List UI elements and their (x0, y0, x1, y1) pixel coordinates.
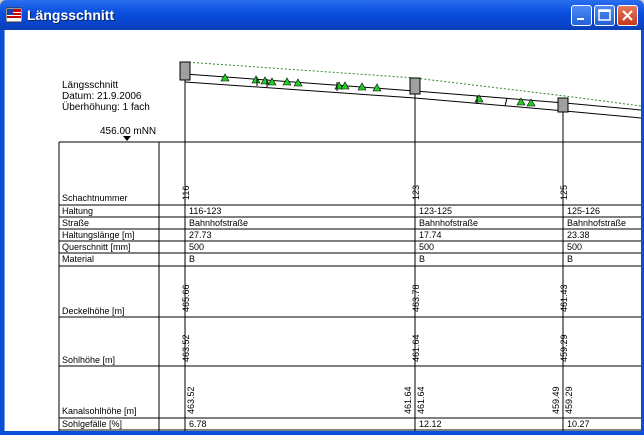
querschnitt-1: 500 (189, 242, 205, 252)
strasse-1: Bahnhofstraße (189, 218, 249, 228)
deckel-123: 463.78 (411, 284, 421, 312)
manhole-116 (179, 61, 191, 81)
maximize-button[interactable] (594, 5, 615, 26)
row-label-haltung: Haltung (62, 206, 94, 216)
close-icon (622, 10, 633, 21)
deckel-125: 461.43 (559, 284, 569, 312)
gefaelle-2: 12.12 (419, 419, 442, 429)
connection-ticks (256, 77, 508, 107)
strasse-3: Bahnhofstraße (567, 218, 627, 228)
row-label-strasse: Straße (62, 218, 90, 228)
row-label-sohlhoehe: Sohlhöhe [m] (62, 355, 116, 365)
maximize-icon (598, 9, 611, 21)
gefaelle-1: 6.78 (189, 419, 207, 429)
window-frame-bottom (0, 431, 644, 435)
gefaelle-3: 10.27 (567, 419, 590, 429)
kanalsohle-123-out: 461.64 (416, 386, 426, 414)
sohle-116: 463.52 (181, 334, 191, 362)
kanalsohle-116: 463.52 (186, 386, 196, 414)
strasse-2: Bahnhofstraße (419, 218, 479, 228)
sohle-125: 459.29 (559, 334, 569, 362)
row-label-querschnitt: Querschnitt [mm] (62, 242, 131, 252)
material-3: B (567, 254, 574, 264)
haltung-1: 116-123 (189, 206, 222, 216)
minimize-button[interactable] (571, 5, 592, 26)
schacht-116: 116 (181, 185, 191, 200)
querschnitt-2: 500 (419, 242, 435, 252)
laenge-1: 27.73 (189, 230, 212, 240)
row-label-haltungslaenge: Haltungslänge [m] (62, 230, 135, 240)
haltung-2: 123-125 (419, 206, 453, 216)
longitudinal-section-canvas: Längsschnitt Datum: 21.9.2006 Überhöhung… (4, 30, 641, 431)
schacht-123: 123 (411, 184, 421, 200)
minimize-icon (577, 18, 584, 20)
kanalsohle-123-in: 461.64 (403, 386, 413, 414)
material-1: B (189, 254, 196, 264)
row-label-kanalsohlhoehe: Kanalsohlhöhe [m] (62, 406, 137, 416)
row-label-schachtnummer: Schachtnummer (62, 193, 128, 203)
deckel-116: 465.66 (181, 284, 191, 312)
row-label-material: Material (62, 254, 95, 264)
haltung-3: 125-126 (567, 206, 601, 216)
kanalsohle-125-out: 459.29 (564, 386, 574, 414)
material-2: B (419, 254, 426, 264)
laenge-3: 23.38 (567, 230, 590, 240)
kanalsohle-125-in: 459.49 (551, 386, 561, 414)
damage-markers (220, 73, 536, 107)
laenge-2: 17.74 (419, 230, 442, 240)
window-title: Längsschnitt (27, 7, 115, 23)
app-icon (6, 7, 22, 23)
sohle-123: 461.64 (411, 334, 421, 362)
reference-arrow-icon (123, 136, 131, 141)
manhole-123 (409, 77, 421, 95)
manhole-125 (557, 97, 569, 113)
row-label-deckelhoehe: Deckelhöhe [m] (62, 306, 125, 316)
close-button[interactable] (617, 5, 638, 26)
application-window: Längsschnitt Längsschnitt Datum: 21.9.20… (0, 0, 644, 435)
querschnitt-3: 500 (567, 242, 583, 252)
title-bar[interactable]: Längsschnitt (0, 0, 644, 30)
schacht-125: 125 (559, 184, 569, 200)
row-label-sohlgefaelle: Sohlgefälle [%] (62, 419, 123, 429)
